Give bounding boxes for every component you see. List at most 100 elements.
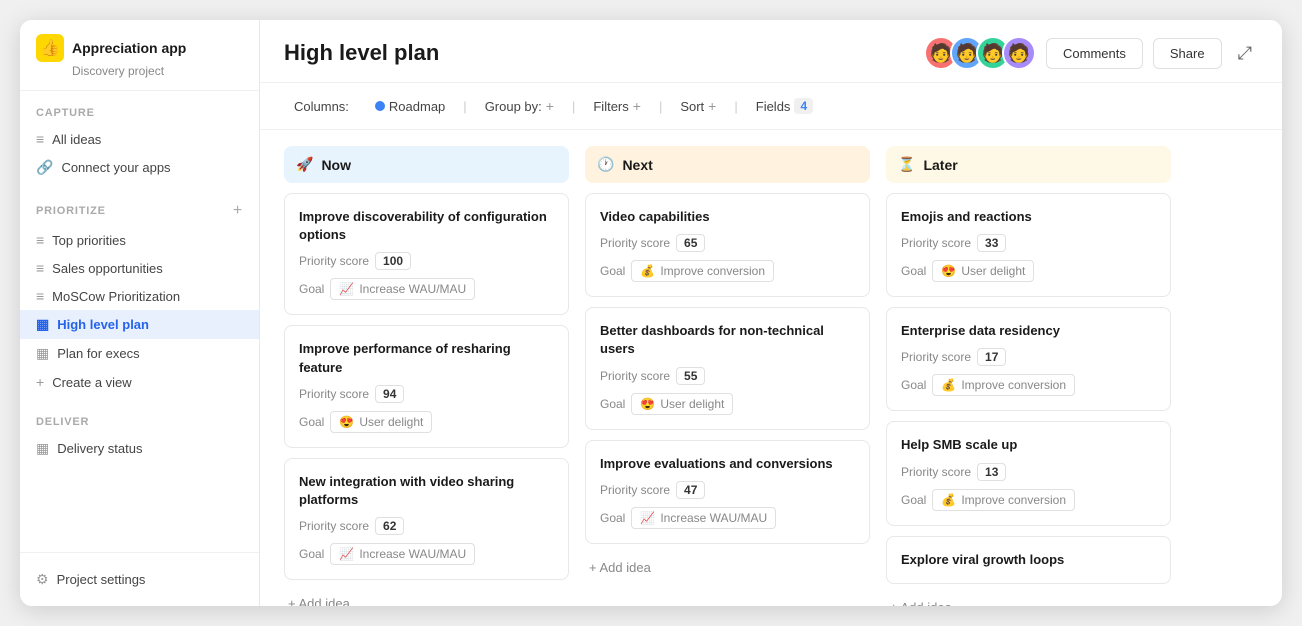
card-next-1[interactable]: Better dashboards for non-technical user… [585, 307, 870, 429]
board: 🚀 Now Improve discoverability of configu… [260, 130, 1282, 606]
card-goal: Goal 😍 User delight [299, 411, 554, 433]
column-emoji-later: ⏳ [898, 156, 915, 173]
column-emoji-next: 🕐 [597, 156, 614, 173]
share-button[interactable]: Share [1153, 38, 1222, 69]
capture-label: CAPTURE [20, 107, 259, 125]
column-title-later: Later [923, 157, 957, 173]
sidebar-item-moscow[interactable]: ≡ MoSCow Prioritization [20, 282, 259, 310]
card-now-0[interactable]: Improve discoverability of configuration… [284, 193, 569, 315]
grid-icon: ▦ [36, 440, 49, 457]
main-content: High level plan 🧑 🧑 🧑 🧑 Comments Share ⤢… [260, 20, 1282, 606]
goal-label: Goal [299, 282, 324, 296]
goal-emoji: 💰 [640, 264, 655, 278]
group-by-label: Group by: [485, 99, 542, 114]
expand-button[interactable]: ⤢ [1232, 37, 1258, 70]
add-sort-icon: + [708, 98, 716, 114]
card-meta: Priority score 65 [600, 234, 855, 252]
goal-badge: 📈 Increase WAU/MAU [330, 543, 475, 565]
app-title: Appreciation app [72, 40, 186, 56]
card-meta: Priority score 55 [600, 367, 855, 385]
card-title: Improve performance of resharing feature [299, 340, 554, 376]
card-goal: Goal 💰 Improve conversion [901, 489, 1156, 511]
goal-label: Goal [299, 415, 324, 429]
avatar-group: 🧑 🧑 🧑 🧑 [924, 36, 1036, 70]
card-title: New integration with video sharing platf… [299, 473, 554, 509]
plus-icon: + [36, 374, 44, 390]
card-meta: Priority score 13 [901, 463, 1156, 481]
goal-text: User delight [961, 264, 1025, 278]
fields-button[interactable]: Fields 4 [746, 93, 823, 119]
separator: | [572, 99, 575, 114]
add-idea-now[interactable]: + Add idea [284, 590, 569, 606]
prioritize-label: PRIORITIZE + [20, 202, 259, 226]
sidebar-item-all-ideas[interactable]: ≡ All ideas [20, 125, 259, 153]
comments-button[interactable]: Comments [1046, 38, 1143, 69]
sort-button[interactable]: Sort + [670, 93, 726, 119]
goal-emoji: 📈 [339, 282, 354, 296]
sidebar-item-label: Top priorities [52, 233, 126, 248]
sidebar-item-label: Sales opportunities [52, 261, 163, 276]
priority-label: Priority score [901, 465, 971, 479]
card-title: Video capabilities [600, 208, 855, 226]
sidebar-footer: ⚙ Project settings [20, 552, 259, 606]
card-later-1[interactable]: Enterprise data residency Priority score… [886, 307, 1171, 411]
card-title: Improve evaluations and conversions [600, 455, 855, 473]
page-title: High level plan [284, 40, 439, 66]
card-meta: Priority score 17 [901, 348, 1156, 366]
roadmap-selector[interactable]: Roadmap [365, 94, 455, 119]
add-view-icon[interactable]: + [233, 202, 243, 220]
list-icon: ≡ [36, 288, 44, 304]
card-goal: Goal 😍 User delight [901, 260, 1156, 282]
sidebar-item-plan-for-execs[interactable]: ▦ Plan for execs [20, 339, 259, 368]
priority-badge: 47 [676, 481, 705, 499]
sidebar-header: 👍 Appreciation app Discovery project [20, 20, 259, 91]
filters-button[interactable]: Filters + [583, 93, 651, 119]
priority-badge: 100 [375, 252, 411, 270]
card-later-3[interactable]: Explore viral growth loops [886, 536, 1171, 584]
goal-emoji: 😍 [339, 415, 354, 429]
card-next-2[interactable]: Improve evaluations and conversions Prio… [585, 440, 870, 544]
sidebar-item-project-settings[interactable]: ⚙ Project settings [20, 565, 259, 594]
prioritize-section: PRIORITIZE + ≡ Top priorities ≡ Sales op… [20, 186, 259, 400]
fields-label: Fields [756, 99, 791, 114]
goal-label: Goal [600, 264, 625, 278]
card-goal: Goal 📈 Increase WAU/MAU [299, 543, 554, 565]
sidebar-item-delivery-status[interactable]: ▦ Delivery status [20, 434, 259, 463]
card-meta: Priority score 33 [901, 234, 1156, 252]
column-title-next: Next [622, 157, 652, 173]
column-header-now: 🚀 Now [284, 146, 569, 183]
sidebar-item-label: High level plan [57, 317, 149, 332]
card-later-2[interactable]: Help SMB scale up Priority score 13 Goal… [886, 421, 1171, 525]
priority-label: Priority score [600, 236, 670, 250]
add-idea-next[interactable]: + Add idea [585, 554, 870, 581]
card-now-2[interactable]: New integration with video sharing platf… [284, 458, 569, 580]
goal-text: Improve conversion [660, 264, 765, 278]
sidebar-item-high-level-plan[interactable]: ▦ High level plan [20, 310, 259, 339]
goal-text: Improve conversion [961, 378, 1066, 392]
card-next-0[interactable]: Video capabilities Priority score 65 Goa… [585, 193, 870, 297]
sidebar-item-label: All ideas [52, 132, 101, 147]
sidebar: 👍 Appreciation app Discovery project CAP… [20, 20, 260, 606]
sidebar-item-sales-opportunities[interactable]: ≡ Sales opportunities [20, 254, 259, 282]
priority-label: Priority score [299, 387, 369, 401]
card-title: Help SMB scale up [901, 436, 1156, 454]
column-later: ⏳ Later Emojis and reactions Priority sc… [886, 146, 1171, 590]
goal-label: Goal [600, 397, 625, 411]
priority-label: Priority score [901, 350, 971, 364]
goal-emoji: 📈 [640, 511, 655, 525]
goal-label: Goal [901, 264, 926, 278]
sidebar-item-create-view[interactable]: + Create a view [20, 368, 259, 396]
sidebar-item-top-priorities[interactable]: ≡ Top priorities [20, 226, 259, 254]
grid-icon: ▦ [36, 316, 49, 333]
card-now-1[interactable]: Improve performance of resharing feature… [284, 325, 569, 447]
card-title: Improve discoverability of configuration… [299, 208, 554, 244]
add-idea-later[interactable]: + Add idea [886, 594, 1171, 606]
priority-label: Priority score [901, 236, 971, 250]
card-later-0[interactable]: Emojis and reactions Priority score 33 G… [886, 193, 1171, 297]
sidebar-item-connect-apps[interactable]: 🔗 Connect your apps [20, 153, 259, 182]
priority-badge: 33 [977, 234, 1006, 252]
group-by-button[interactable]: Group by: + [475, 93, 564, 119]
avatar: 🧑 [1002, 36, 1036, 70]
app-icon: 👍 [36, 34, 64, 62]
goal-emoji: 💰 [941, 493, 956, 507]
